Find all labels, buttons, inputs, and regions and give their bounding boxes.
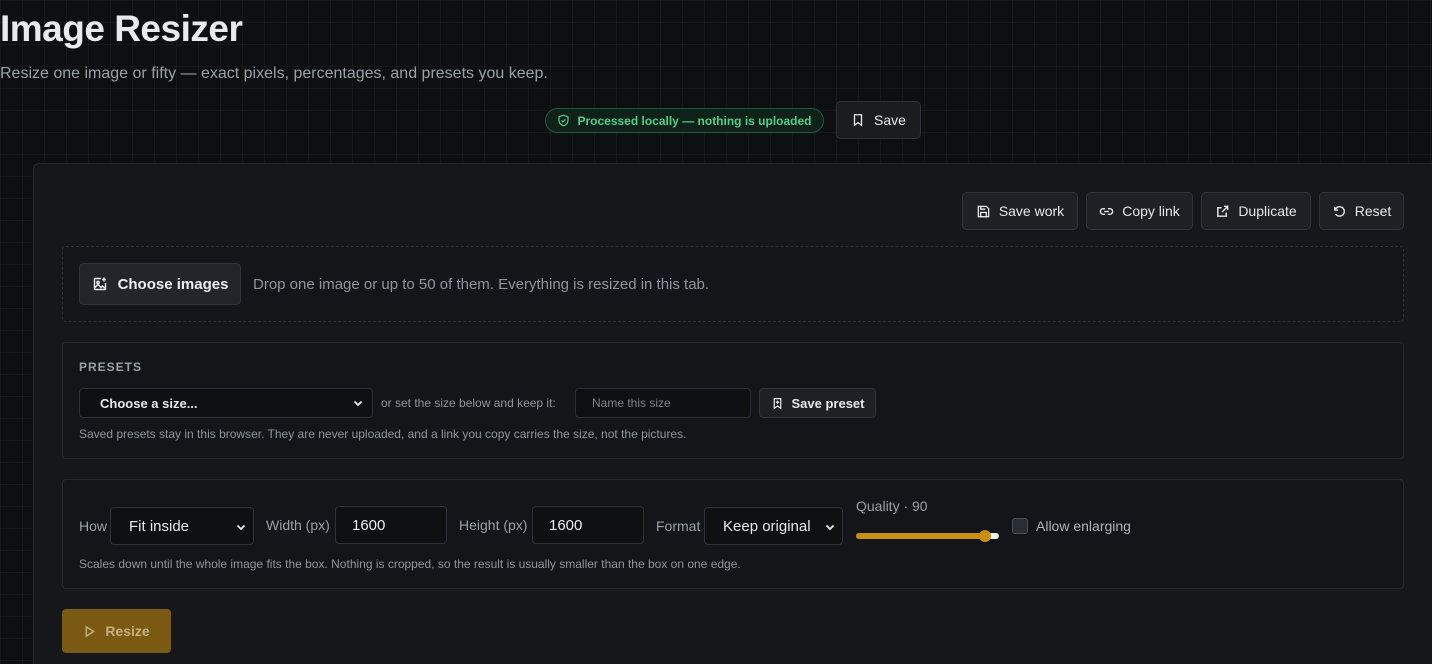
quality-slider[interactable] bbox=[856, 530, 999, 542]
rotate-ccw-icon bbox=[1333, 205, 1345, 217]
reset-label: Reset bbox=[1354, 203, 1392, 219]
image-plus-icon bbox=[93, 277, 106, 291]
quality-slider-fill bbox=[856, 533, 985, 539]
fit-mode-note: Scales down until the whole image fits t… bbox=[79, 557, 741, 571]
allow-enlarging-label: Allow enlarging bbox=[1036, 518, 1131, 534]
width-input[interactable]: 1600 bbox=[335, 506, 447, 544]
preset-inline-text: or set the size below and keep it: bbox=[381, 396, 556, 410]
resize-button[interactable]: Resize bbox=[62, 609, 171, 653]
bookmark-icon bbox=[853, 114, 863, 127]
quality-label: Quality · 90 bbox=[856, 498, 928, 514]
dropzone-hint: Drop one image or up to 50 of them. Ever… bbox=[253, 276, 710, 293]
preset-select-value: Choose a size... bbox=[100, 395, 198, 411]
preset-select[interactable]: Choose a size... bbox=[79, 388, 373, 418]
page-subtitle: Resize one image or fifty — exact pixels… bbox=[0, 65, 548, 82]
preset-name-placeholder: Name this size bbox=[592, 396, 671, 410]
save-button-label: Save bbox=[874, 112, 906, 128]
duplicate-button[interactable]: Duplicate bbox=[1201, 192, 1311, 230]
local-processing-badge: Processed locally — nothing is uploaded bbox=[545, 108, 824, 133]
floppy-disk-icon bbox=[977, 205, 990, 217]
height-input[interactable]: 1600 bbox=[532, 506, 644, 544]
height-value: 1600 bbox=[549, 516, 583, 534]
presets-note: Saved presets stay in this browser. They… bbox=[79, 427, 687, 441]
preset-name-input[interactable]: Name this size bbox=[575, 388, 751, 418]
chevron-down-icon bbox=[353, 400, 363, 407]
copy-link-button[interactable]: Copy link bbox=[1086, 192, 1193, 230]
save-button[interactable]: Save bbox=[836, 101, 921, 139]
local-badge-text: Processed locally — nothing is uploaded bbox=[577, 113, 812, 128]
save-work-label: Save work bbox=[998, 203, 1065, 219]
choose-images-button[interactable]: Choose images bbox=[79, 263, 241, 305]
bookmark-plus-icon bbox=[773, 397, 781, 410]
save-preset-button[interactable]: Save preset bbox=[759, 388, 876, 418]
quality-slider-thumb[interactable] bbox=[979, 530, 991, 542]
format-select[interactable]: Keep original bbox=[704, 507, 843, 545]
width-label: Width (px) bbox=[266, 517, 330, 533]
save-work-button[interactable]: Save work bbox=[962, 192, 1078, 230]
width-value: 1600 bbox=[352, 516, 386, 534]
format-label: Format bbox=[656, 518, 701, 534]
chevron-down-icon bbox=[236, 524, 246, 531]
presets-heading: PRESETS bbox=[79, 360, 143, 374]
reset-button[interactable]: Reset bbox=[1319, 192, 1404, 230]
allow-enlarging-checkbox[interactable] bbox=[1012, 518, 1028, 534]
play-icon bbox=[85, 625, 96, 637]
how-label: How bbox=[79, 518, 108, 534]
external-link-icon bbox=[1217, 205, 1229, 217]
how-select[interactable]: Fit inside bbox=[110, 507, 254, 545]
chevron-down-icon bbox=[825, 524, 835, 531]
link-icon bbox=[1099, 207, 1114, 215]
copy-link-label: Copy link bbox=[1122, 203, 1180, 219]
save-preset-label: Save preset bbox=[791, 395, 865, 411]
how-select-value: Fit inside bbox=[129, 517, 190, 535]
page-title: Image Resizer bbox=[0, 8, 243, 49]
format-select-value: Keep original bbox=[723, 517, 811, 535]
height-label: Height (px) bbox=[459, 517, 528, 533]
resize-label: Resize bbox=[105, 623, 150, 639]
choose-images-label: Choose images bbox=[117, 275, 229, 293]
duplicate-label: Duplicate bbox=[1238, 203, 1297, 219]
shield-check-icon bbox=[558, 114, 570, 127]
